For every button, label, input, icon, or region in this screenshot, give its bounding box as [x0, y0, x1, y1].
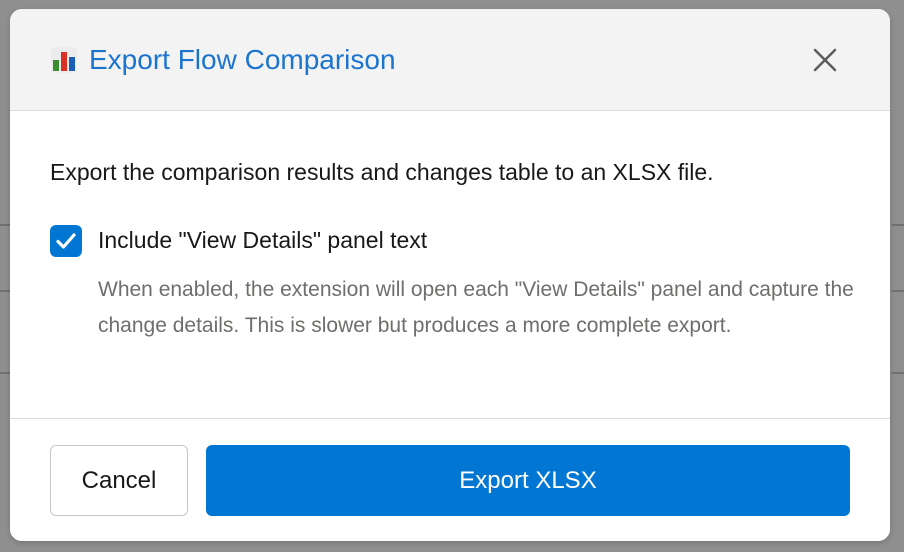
include-details-checkbox[interactable]: [50, 225, 82, 257]
modal-header: Export Flow Comparison: [10, 9, 890, 111]
modal-footer: Cancel Export XLSX: [10, 418, 890, 541]
modal-title-group: Export Flow Comparison: [51, 42, 396, 78]
checkmark-icon: [56, 233, 76, 249]
background-divider: [892, 224, 904, 226]
intro-text: Export the comparison results and change…: [50, 159, 714, 185]
include-details-help-text: When enabled, the extension will open ea…: [98, 278, 854, 337]
background-divider: [892, 290, 904, 292]
modal-body: Export the comparison results and change…: [10, 111, 890, 418]
include-details-label[interactable]: Include "View Details" panel text: [98, 225, 427, 255]
modal-title: Export Flow Comparison: [89, 44, 396, 75]
background-divider: [892, 372, 904, 374]
bar-chart-icon: [51, 47, 77, 73]
close-button[interactable]: [810, 45, 840, 75]
export-modal: Export Flow Comparison Export the compar…: [10, 9, 890, 541]
close-icon: [813, 48, 837, 72]
cancel-button[interactable]: Cancel: [50, 445, 188, 516]
export-xlsx-button[interactable]: Export XLSX: [206, 445, 850, 516]
